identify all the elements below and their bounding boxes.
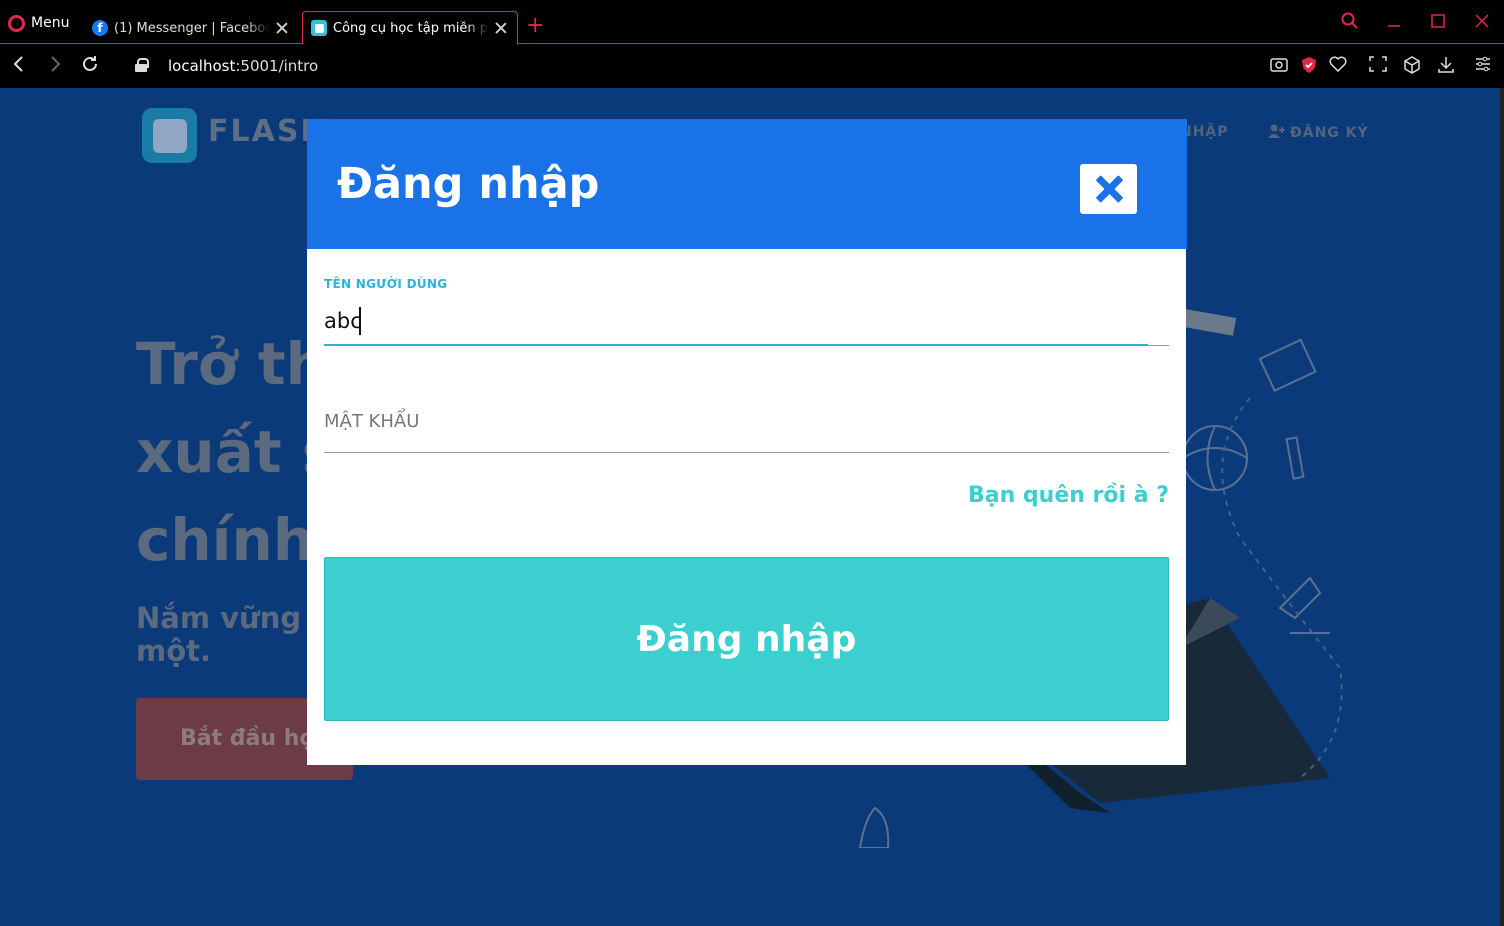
snapshot-icon[interactable] [1269,56,1289,76]
flashcard-favicon-icon [311,20,327,36]
heart-icon[interactable] [1328,56,1348,76]
modal-header: Đăng nhập [307,119,1187,249]
tab-messenger[interactable]: f (1) Messenger | Facebook [84,11,298,45]
tab-title: Công cụ học tập miễn phí [333,20,489,36]
modal-title: Đăng nhập [337,159,600,209]
username-input[interactable] [324,305,1169,337]
tab-flashcard-active[interactable]: Công cụ học tập miễn phí [302,11,518,45]
password-underline [324,452,1169,453]
download-icon[interactable] [1436,56,1456,78]
cube-icon[interactable] [1402,56,1422,78]
adblock-shield-icon[interactable] [1299,56,1319,78]
menu-label: Menu [31,15,70,31]
close-window-icon[interactable] [1471,10,1493,32]
page-scrollbar[interactable] [1500,88,1504,926]
tab-title: (1) Messenger | Facebook [114,20,270,36]
password-field[interactable]: MẬT KHẨU [324,411,1169,453]
browser-menu-button[interactable]: Menu [8,12,69,34]
easy-setup-icon[interactable] [1473,56,1493,76]
forgot-password-link[interactable]: Bạn quên rồi à ? [968,483,1169,508]
search-tabs-icon[interactable] [1339,10,1361,32]
username-label: TÊN NGƯỜI DÙNG [324,277,448,291]
username-focus-underline [324,344,1148,346]
close-tab-icon[interactable] [274,20,290,36]
url-host: localhost [168,57,236,75]
username-field: TÊN NGƯỜI DÙNG [324,277,1169,347]
address-bar: localhost:5001/intro [0,45,1504,88]
new-tab-button[interactable]: + [526,15,544,37]
back-icon[interactable] [12,55,26,78]
opera-logo-icon [8,14,25,32]
lock-icon[interactable] [135,58,149,72]
text-caret [359,307,361,335]
reload-icon[interactable] [81,55,99,78]
close-icon [1096,176,1122,202]
password-placeholder: MẬT KHẨU [324,411,420,432]
close-tab-icon[interactable] [493,20,509,36]
maximize-icon[interactable] [1427,10,1449,32]
browser-tab-bar: Menu f (1) Messenger | Facebook Công cụ … [0,0,1504,45]
minimize-icon[interactable] [1383,10,1405,32]
url-field[interactable]: localhost:5001/intro [168,57,318,75]
login-submit-button[interactable]: Đăng nhập [324,557,1169,721]
close-modal-button[interactable] [1080,164,1137,214]
capture-icon[interactable] [1368,56,1388,76]
url-path: :5001/intro [235,57,319,75]
facebook-icon: f [92,20,108,36]
login-modal: Đăng nhập TÊN NGƯỜI DÙNG MẬT KHẨU Bạn qu… [307,119,1187,765]
forward-icon[interactable] [48,55,62,78]
